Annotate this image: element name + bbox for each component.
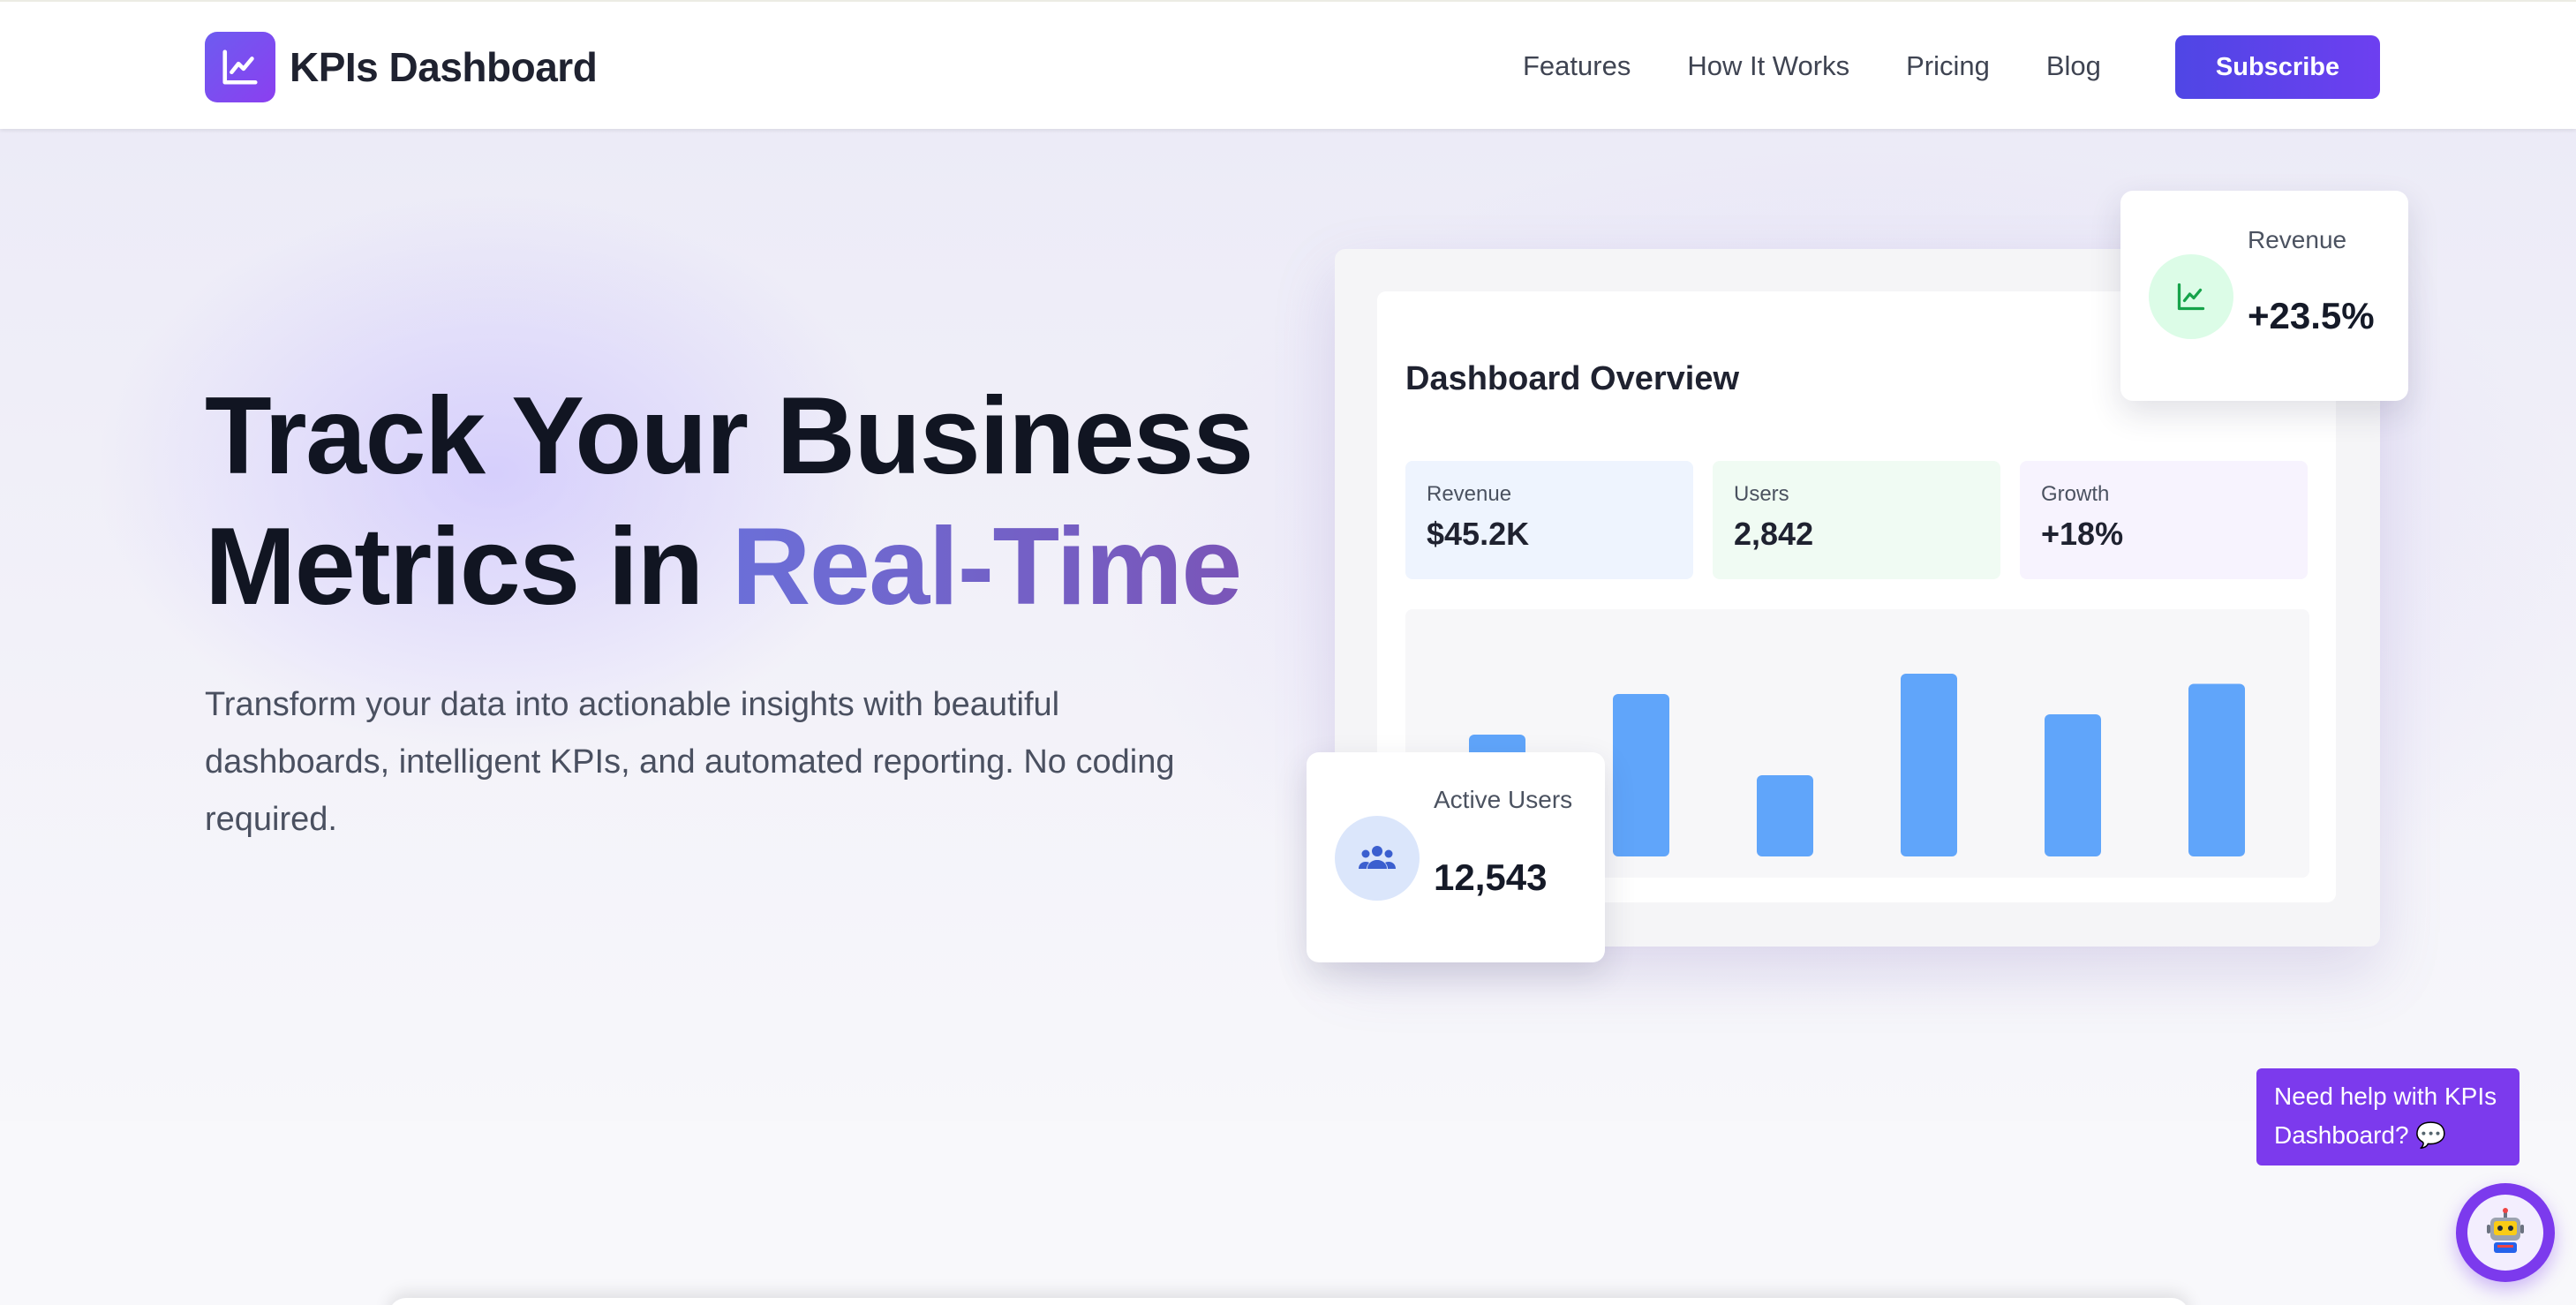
headline-accent: Real-Time (731, 506, 1242, 628)
chart-bar (2045, 714, 2101, 856)
brand[interactable]: KPIs Dashboard (205, 32, 598, 102)
revenue-card-label: Revenue (2248, 226, 2347, 253)
chart-bar (1901, 674, 1957, 856)
help-chat-bubble[interactable]: Need help with KPIs Dashboard? 💬 (2256, 1068, 2520, 1165)
nav-link-how-it-works[interactable]: How It Works (1687, 50, 1849, 82)
chart-line-icon (205, 32, 275, 102)
nav-link-features[interactable]: Features (1523, 50, 1631, 82)
stat-value: 2,842 (1734, 516, 1814, 552)
trending-up-icon (2149, 254, 2233, 339)
nav-link-pricing[interactable]: Pricing (1906, 50, 1990, 82)
stat-card-growth: Growth +18% (2020, 461, 2308, 579)
subscribe-button[interactable]: Subscribe (2175, 35, 2380, 99)
active-users-label: Active Users (1434, 786, 1573, 813)
nav-link-blog[interactable]: Blog (2046, 50, 2101, 82)
chart-bar (1613, 694, 1669, 856)
chart-bar (1757, 775, 1813, 856)
stat-label: Revenue (1427, 482, 1512, 506)
dashboard-title: Dashboard Overview (1405, 360, 1740, 397)
active-users-value: 12,543 (1434, 856, 1548, 898)
active-users-floating-card: Active Users 12,543 (1307, 752, 1605, 962)
revenue-card-value: +23.5% (2248, 295, 2375, 336)
revenue-floating-card: Revenue +23.5% (2120, 191, 2408, 401)
next-section-edge (388, 1298, 2189, 1305)
stat-value: $45.2K (1427, 516, 1530, 552)
hero-subcopy: Transform your data into actionable insi… (205, 686, 1175, 838)
help-chat-button[interactable] (2456, 1183, 2555, 1282)
stat-card-users: Users 2,842 (1713, 461, 2000, 579)
stat-card-revenue: Revenue $45.2K (1405, 461, 1693, 579)
stat-label: Users (1734, 482, 1789, 506)
chart-bar (2188, 683, 2245, 856)
headline-line-1: Track Your Business (205, 375, 1254, 497)
stat-value: +18% (2041, 516, 2124, 552)
hero-headline: Track Your Business Metrics in Real-Time (205, 371, 1352, 632)
nav-links: Features How It Works Pricing Blog (1523, 34, 2158, 99)
top-navbar: KPIs Dashboard Features How It Works Pri… (0, 0, 2576, 129)
headline-line-2-prefix: Metrics in (205, 506, 732, 628)
robot-avatar-icon (2467, 1195, 2543, 1271)
below-fold-area (0, 1121, 2576, 1305)
stat-label: Growth (2041, 482, 2110, 506)
users-icon (1335, 816, 1420, 901)
brand-name: KPIs Dashboard (290, 44, 598, 90)
